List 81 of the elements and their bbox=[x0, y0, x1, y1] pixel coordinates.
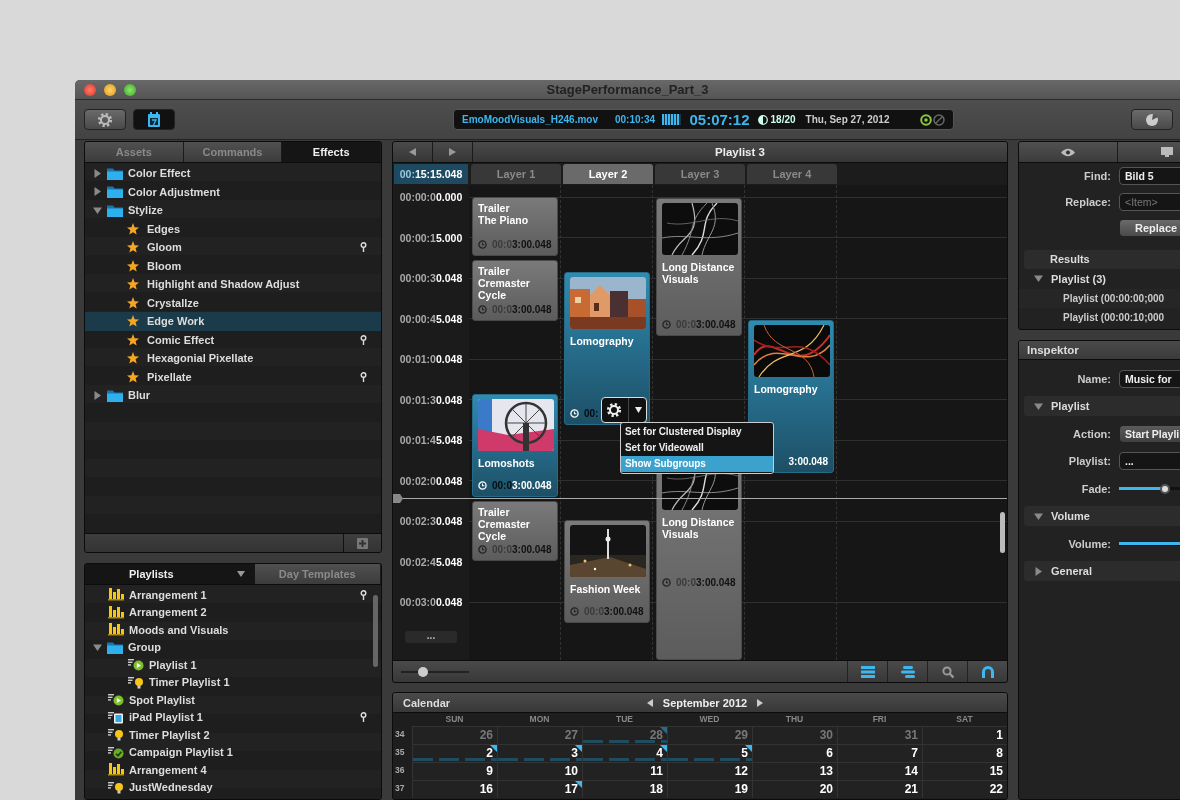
clip-title: Lomoshots bbox=[478, 457, 536, 469]
field-label: Action: bbox=[1072, 427, 1111, 440]
weekday-label: SAT bbox=[955, 713, 974, 726]
window-title: StagePerformance_Part_3 bbox=[546, 82, 709, 97]
field-label: Playlist: bbox=[1067, 455, 1111, 468]
day-number: 3 bbox=[571, 746, 578, 760]
count-text: 18/20 bbox=[770, 114, 796, 125]
day-number: 17 bbox=[564, 782, 578, 796]
field-label: Fade: bbox=[1080, 482, 1111, 495]
field-label: Replace: bbox=[1064, 196, 1111, 208]
clip-title: Trailer The Piano bbox=[478, 202, 530, 226]
day-number: 2 bbox=[486, 746, 493, 760]
time-label: 00:00:15.000 bbox=[399, 230, 463, 246]
calendar-title: Calendar bbox=[403, 696, 452, 709]
clip-duration: 00:03:00.048 bbox=[492, 479, 552, 491]
clip-title: Lomography bbox=[754, 383, 819, 395]
day-number: 27 bbox=[564, 728, 578, 742]
weekday-label: WED bbox=[698, 713, 721, 726]
clip-title: Trailer Cremaster Cycle bbox=[478, 506, 531, 542]
day-number: 8 bbox=[996, 746, 1003, 760]
clip-title: Trailer Cremaster Cycle bbox=[478, 265, 531, 301]
panel-title: Inspektor bbox=[1027, 344, 1079, 356]
time-label: 00:00:30.048 bbox=[399, 271, 463, 286]
weekday-label: SUN bbox=[444, 713, 465, 726]
results-header: Results bbox=[1024, 250, 1180, 269]
clip-title: Long Distance Visuals bbox=[662, 516, 736, 540]
clip-duration: 00: bbox=[584, 407, 599, 419]
day-number: 7 bbox=[911, 746, 918, 760]
weekday-label: THU bbox=[784, 713, 805, 726]
weekday-label: TUE bbox=[615, 713, 634, 726]
field-label: Name: bbox=[1076, 372, 1111, 385]
day-number: 16 bbox=[479, 782, 493, 796]
elapsed-time: 00:10:34 bbox=[615, 114, 655, 125]
day-number: 10 bbox=[564, 764, 578, 778]
weekday-label: FRI bbox=[871, 713, 888, 726]
day-number: 21 bbox=[904, 782, 918, 796]
day-number: 11 bbox=[650, 764, 663, 778]
time-label: 00:00:00.000 bbox=[399, 190, 463, 205]
clip-duration: 3:00.048 bbox=[788, 455, 828, 467]
clip-title: Fashion Week bbox=[570, 583, 642, 595]
day-number: 31 bbox=[904, 728, 918, 742]
clip-title: Lomography bbox=[570, 335, 635, 347]
month-title: September 2012 bbox=[662, 696, 748, 709]
time-label: 00:01:45.048 bbox=[399, 433, 463, 448]
time-label: 00:02:45.048 bbox=[399, 554, 463, 570]
week-number: 36 bbox=[394, 764, 406, 777]
day-number: 5 bbox=[741, 746, 748, 760]
day-number: 15 bbox=[989, 764, 1003, 778]
day-number: 1 bbox=[996, 728, 1003, 742]
day-number: 9 bbox=[486, 764, 493, 778]
time-label: 00:01:30.048 bbox=[399, 392, 463, 408]
day-number: 20 bbox=[819, 782, 833, 796]
date-text: Thu, Sep 27, 2012 bbox=[805, 114, 890, 125]
day-number: 13 bbox=[819, 764, 833, 778]
day-number: 26 bbox=[479, 728, 493, 742]
playlist-title: Playlist 3 bbox=[715, 146, 765, 158]
time-label: 00:03:00.048 bbox=[399, 595, 463, 610]
week-number: 37 bbox=[394, 782, 406, 795]
file-name: EmoMoodVisuals_H246.mov bbox=[462, 114, 598, 125]
day-number: 30 bbox=[819, 728, 833, 742]
week-number: 34 bbox=[394, 728, 406, 741]
clip-title: Long Distance Visuals bbox=[662, 261, 736, 285]
field-label: Find: bbox=[1083, 170, 1111, 182]
day-number: 4 bbox=[656, 746, 663, 760]
day-number: 29 bbox=[734, 728, 748, 742]
time-label: 00:00:45.048 bbox=[399, 311, 463, 327]
time-label: 00:02:30.048 bbox=[399, 514, 463, 529]
day-number: 22 bbox=[989, 782, 1003, 796]
time-label: 00:02:00.048 bbox=[399, 473, 463, 489]
current-time: 00:15:15.048 bbox=[394, 164, 468, 184]
day-number: 12 bbox=[734, 764, 748, 778]
day-number: 18 bbox=[649, 782, 663, 796]
day-number: 14 bbox=[904, 764, 918, 778]
time-label: 00:01:00.048 bbox=[399, 352, 463, 367]
clock-time: 05:07:12 bbox=[689, 111, 750, 128]
day-number: 28 bbox=[649, 728, 663, 742]
field-label: Volume: bbox=[1067, 537, 1111, 550]
day-number: 6 bbox=[826, 746, 833, 760]
day-number: 19 bbox=[734, 782, 748, 796]
week-number: 35 bbox=[394, 746, 406, 759]
weekday-label: MON bbox=[528, 713, 551, 726]
